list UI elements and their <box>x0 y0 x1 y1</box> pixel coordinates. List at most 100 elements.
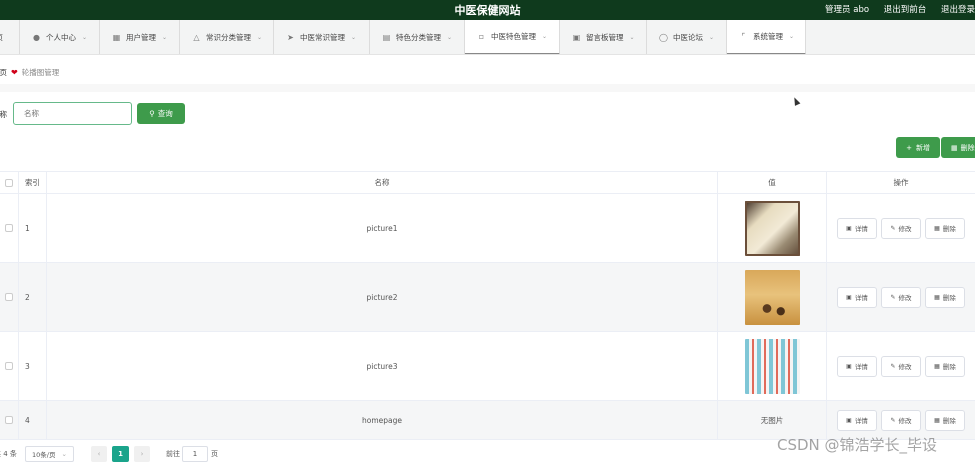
trash-icon: ▦ <box>934 416 940 424</box>
detail-button[interactable]: ▣ 详情 <box>837 286 877 308</box>
row-checkbox[interactable] <box>5 416 13 424</box>
page-size-select[interactable]: 10条/页 ⌄ <box>25 446 74 462</box>
edit-icon: ✎ <box>890 293 896 301</box>
trash-icon: ▦ <box>951 143 958 152</box>
add-button[interactable]: + 新增 <box>896 137 940 158</box>
chevron-down-icon: ⌄ <box>257 34 263 41</box>
nav-item-label: 中医论坛 <box>673 33 703 42</box>
chevron-down-icon: ⌄ <box>789 33 795 40</box>
batch-delete-button[interactable]: ▦ 删除 <box>941 137 975 158</box>
goto-page-input[interactable]: 1 <box>182 446 208 462</box>
chevron-down-icon: ⌄ <box>351 34 357 41</box>
chevron-down-icon: ⌄ <box>629 34 635 41</box>
trash-icon: ▦ <box>934 293 940 301</box>
header-actions: 管理员 abo 退出到前台 退出登录 <box>813 3 975 15</box>
chevron-down-icon: ⌄ <box>162 34 168 41</box>
admin-user-label: 管理员 abo <box>825 5 870 15</box>
table-row: 2 picture2 ▣ 详情 ✎ 修改 ▦ 删除 <box>0 263 975 332</box>
nav-item-profile[interactable]: ● 个人中心 ⌄ <box>20 20 100 54</box>
row-value <box>718 263 827 331</box>
delete-button[interactable]: ▦ 删除 <box>925 286 965 308</box>
nav-item-label: 用户管理 <box>126 33 156 42</box>
list-icon: ▤ <box>382 33 391 42</box>
nav-item-label: 首页 <box>0 32 3 43</box>
nav-item-label: 特色分类管理 <box>396 33 441 42</box>
page-number-current[interactable]: 1 <box>112 446 129 462</box>
chevron-down-icon: ⌄ <box>82 34 88 41</box>
nav-item-label: 常识分类管理 <box>206 33 251 42</box>
back-to-front-link[interactable]: 退出到前台 <box>884 5 927 15</box>
table-row: 3 picture3 ▣ 详情 ✎ 修改 ▦ 删除 <box>0 332 975 401</box>
divider-band <box>0 84 975 92</box>
nav-item-home[interactable]: 首页 <box>0 20 20 54</box>
edit-button[interactable]: ✎ 修改 <box>881 409 921 431</box>
nav-item-knowledge-category[interactable]: △ 常识分类管理 ⌄ <box>180 20 274 54</box>
edit-button[interactable]: ✎ 修改 <box>881 355 921 377</box>
search-label: 名称 <box>0 110 7 119</box>
nav-item-label: 个人中心 <box>46 33 76 42</box>
trash-icon: ▦ <box>934 224 940 232</box>
logout-link[interactable]: 退出登录 <box>941 5 975 15</box>
breadcrumb: 首页 ❤ 轮播图管理 <box>0 67 59 78</box>
nav-item-forum[interactable]: ◯ 中医论坛 ⌄ <box>647 20 727 54</box>
doc-icon: ▣ <box>846 362 852 370</box>
chevron-down-icon: ⌄ <box>709 34 715 41</box>
send-icon: ➤ <box>287 33 294 42</box>
detail-button[interactable]: ▣ 详情 <box>837 409 877 431</box>
edit-icon: ✎ <box>890 362 896 370</box>
row-checkbox[interactable] <box>5 224 13 232</box>
main-nav: 首页 ● 个人中心 ⌄ ▦ 用户管理 ⌄ △ 常识分类管理 ⌄ ➤ 中医常识管理… <box>0 20 975 55</box>
row-value <box>718 194 827 262</box>
select-all-cell <box>0 172 19 193</box>
carousel-thumbnail <box>744 338 800 394</box>
nav-item-knowledge[interactable]: ➤ 中医常识管理 ⌄ <box>274 20 370 54</box>
table-row: 1 picture1 ▣ 详情 ✎ 修改 ▦ 删除 <box>0 194 975 263</box>
search-button-label: 查询 <box>157 109 173 118</box>
nav-item-label: 中医特色管理 <box>491 32 536 41</box>
row-name: picture3 <box>47 332 718 400</box>
mic-icon: ◯ <box>659 33 668 42</box>
delete-button[interactable]: ▦ 删除 <box>925 355 965 377</box>
detail-button[interactable]: ▣ 详情 <box>837 217 877 239</box>
detail-button[interactable]: ▣ 详情 <box>837 355 877 377</box>
delete-button[interactable]: ▦ 删除 <box>925 217 965 239</box>
breadcrumb-home[interactable]: 首页 <box>0 67 7 78</box>
trash-icon: ▦ <box>934 362 940 370</box>
nav-item-system[interactable]: ⌜ 系统管理 ⌄ <box>727 20 806 54</box>
nav-item-users[interactable]: ▦ 用户管理 ⌄ <box>100 20 180 54</box>
chevron-down-icon: ⌄ <box>61 450 67 458</box>
search-button[interactable]: ⚲ 查询 <box>137 103 185 124</box>
row-index: 3 <box>19 332 47 400</box>
pagination-total: 共 4 条 <box>0 450 17 458</box>
next-page-button[interactable]: › <box>134 446 150 462</box>
edit-button[interactable]: ✎ 修改 <box>881 286 921 308</box>
search-input[interactable] <box>13 102 132 125</box>
chevron-down-icon: ⌄ <box>447 34 453 41</box>
prev-page-button[interactable]: ‹ <box>91 446 107 462</box>
goto-prefix: 前往 <box>166 450 180 458</box>
search-icon: ⚲ <box>149 109 155 118</box>
top-header: 中医保健网站 管理员 abo 退出到前台 退出登录 <box>0 0 975 20</box>
select-all-checkbox[interactable] <box>5 178 13 187</box>
row-checkbox[interactable] <box>5 362 13 370</box>
doc-icon: ▣ <box>846 416 852 424</box>
row-index: 2 <box>19 263 47 331</box>
table-header: 索引 名称 值 操作 <box>0 171 975 194</box>
edit-icon: ✎ <box>890 416 896 424</box>
row-checkbox[interactable] <box>5 293 13 301</box>
carousel-thumbnail <box>744 200 800 256</box>
nav-item-feature-category[interactable]: ▤ 特色分类管理 ⌄ <box>370 20 465 54</box>
chat-icon: ▫ <box>478 32 485 41</box>
header-name: 名称 <box>47 172 718 193</box>
nav-item-feature[interactable]: ▫ 中医特色管理 ⌄ <box>465 20 560 54</box>
bell-icon: △ <box>193 33 200 42</box>
row-name: picture2 <box>47 263 718 331</box>
delete-button[interactable]: ▦ 删除 <box>925 409 965 431</box>
nav-item-message-board[interactable]: ▣ 留言板管理 ⌄ <box>560 20 647 54</box>
row-value <box>718 332 827 400</box>
edit-button[interactable]: ✎ 修改 <box>881 217 921 239</box>
doc-icon: ▣ <box>846 293 852 301</box>
doc-icon: ▣ <box>846 224 852 232</box>
row-index: 1 <box>19 194 47 262</box>
goto-suffix: 页 <box>211 450 218 458</box>
